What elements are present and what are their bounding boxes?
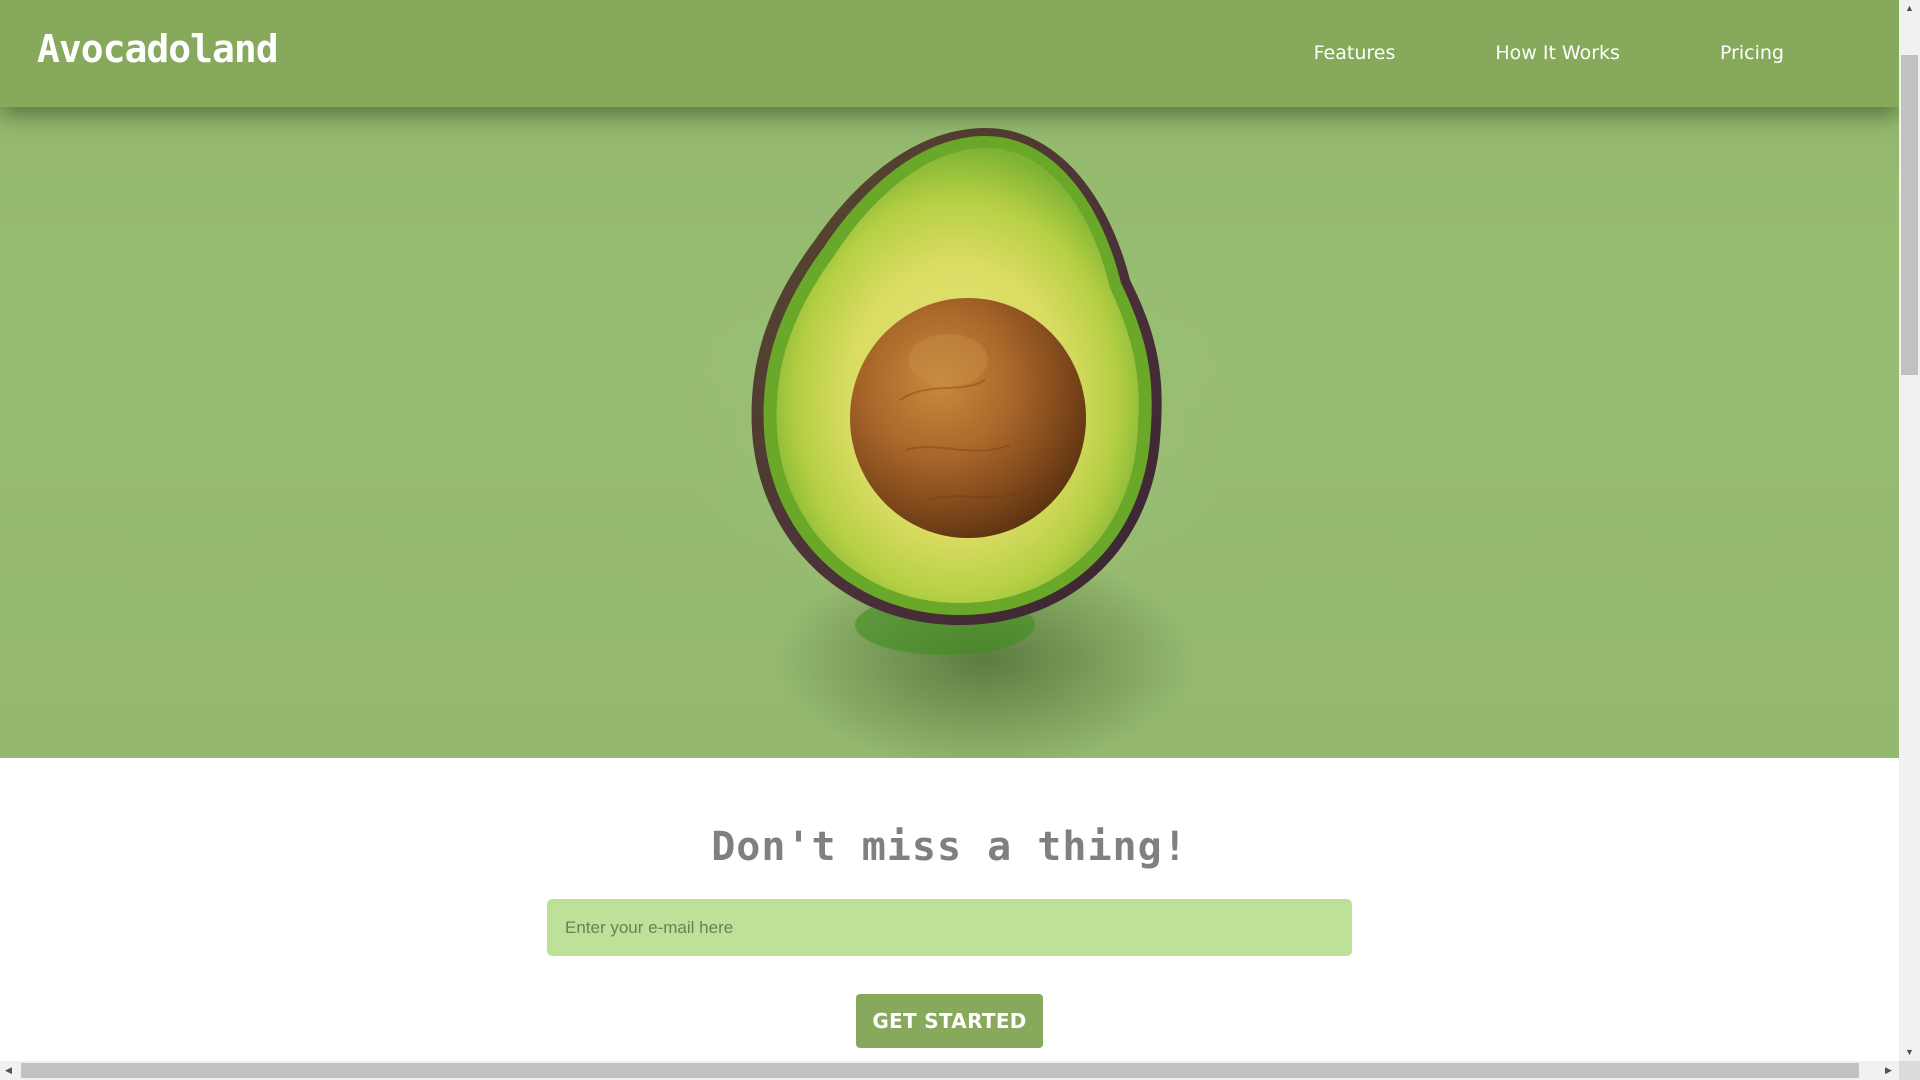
top-navbar: Avocadoland Features How It Works Pricin… (0, 0, 1899, 107)
scroll-right-arrow-icon[interactable]: ▶ (1880, 1061, 1897, 1080)
vertical-scroll-thumb[interactable] (1901, 55, 1918, 375)
email-input[interactable] (547, 899, 1352, 956)
brand-logo[interactable]: Avocadoland (37, 30, 279, 68)
signup-title: Don't miss a thing! (711, 824, 1188, 870)
scroll-left-arrow-icon[interactable]: ◀ (0, 1061, 17, 1080)
nav-link-how-it-works[interactable]: How It Works (1495, 44, 1620, 63)
page-viewport: Avocadoland Features How It Works Pricin… (0, 0, 1899, 1061)
horizontal-scroll-thumb[interactable] (21, 1063, 1859, 1078)
nav-links: Features How It Works Pricing (1214, 0, 1784, 107)
hero-section (0, 0, 1899, 758)
scrollbar-corner (1899, 1061, 1920, 1080)
vertical-scrollbar[interactable]: ▲ ▼ (1899, 0, 1920, 1061)
hero-avocado-image (751, 128, 1195, 758)
scroll-up-arrow-icon[interactable]: ▲ (1899, 0, 1920, 17)
scroll-down-arrow-icon[interactable]: ▼ (1899, 1044, 1920, 1061)
horizontal-scrollbar[interactable]: ◀ ▶ (0, 1061, 1899, 1080)
get-started-button[interactable]: GET STARTED (856, 994, 1043, 1048)
nav-link-pricing[interactable]: Pricing (1720, 44, 1784, 63)
nav-link-features[interactable]: Features (1314, 44, 1396, 63)
